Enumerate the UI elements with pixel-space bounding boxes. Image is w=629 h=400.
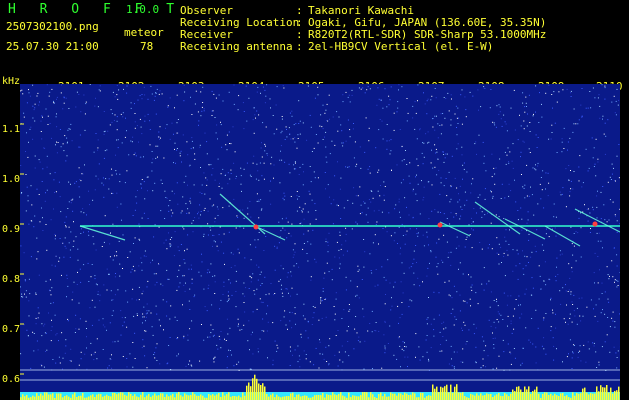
header-panel: H R O F F T 1.0.0 2507302100.png 25.07.3…	[0, 0, 629, 72]
antenna-colon: :	[296, 40, 303, 53]
app-version: 1.0.0	[126, 3, 160, 16]
y-tick-label: 1.0	[2, 174, 21, 185]
y-tick-label: 0.8	[2, 274, 21, 285]
y-tick-label: 0.6	[2, 374, 21, 385]
y-tick-label: 1.1	[2, 124, 21, 135]
y-axis-unit: kHz	[2, 76, 21, 87]
echo-head	[253, 224, 259, 230]
file-name: 2507302100.png	[6, 20, 99, 33]
spectrogram	[20, 84, 620, 400]
count-label: meteor	[124, 26, 164, 39]
echo-head	[592, 221, 598, 227]
antenna-label: Receiving antenna	[180, 40, 293, 53]
date-time: 25.07.30 21:00	[6, 40, 99, 53]
y-tick-label: 0.9	[2, 224, 21, 235]
echo-head	[437, 222, 443, 228]
y-tick-label: 0.7	[2, 324, 21, 335]
antenna-value: 2el-HB9CV Vertical (el. E-W)	[308, 40, 494, 53]
count-value: 78	[140, 40, 154, 53]
